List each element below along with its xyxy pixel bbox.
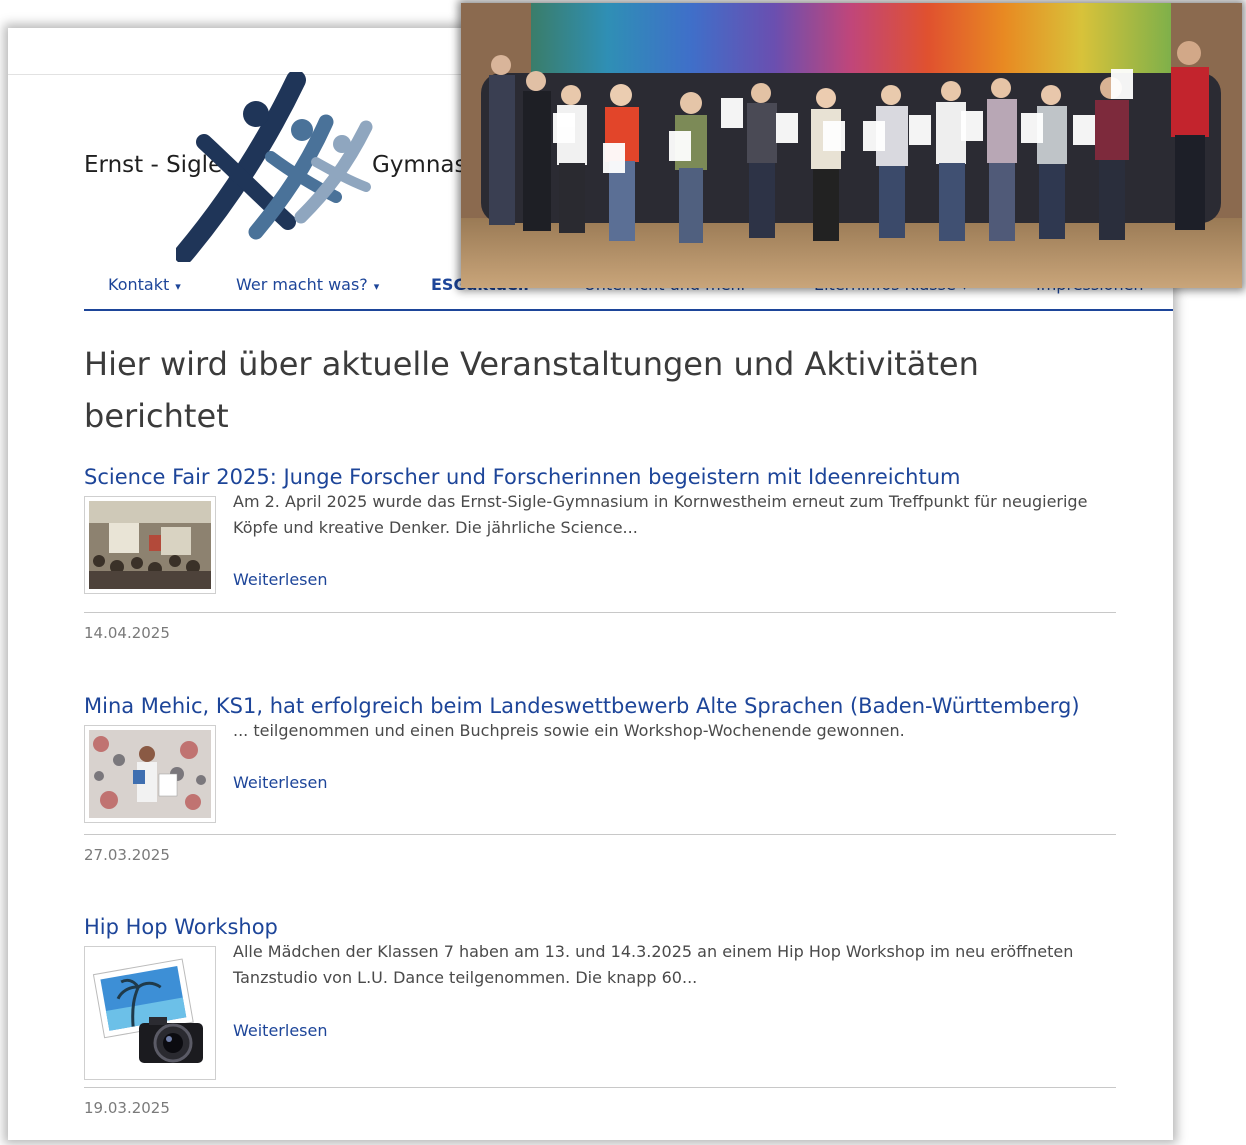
- article-date: 19.03.2025: [84, 1099, 170, 1117]
- article-divider: [84, 834, 1116, 835]
- news-article: Mina Mehic, KS1, hat erfolgreich beim La…: [84, 694, 1116, 864]
- news-article: Science Fair 2025: Junge Forscher und Fo…: [84, 465, 1116, 642]
- article-teaser: ... teilgenommen und einen Buchpreis sow…: [233, 721, 905, 740]
- nav-underline: [84, 309, 1173, 311]
- news-article: Hip Hop Workshop Alle Mädchen der Klasse…: [84, 915, 1116, 1117]
- read-more-link[interactable]: Weiterlesen: [233, 773, 327, 792]
- science-fair-photo-icon: [89, 501, 211, 589]
- article-date: 14.04.2025: [84, 624, 170, 642]
- school-logo-figures[interactable]: [176, 72, 376, 262]
- nav-item-kontakt[interactable]: Kontakt ▾: [108, 275, 181, 294]
- logo-text-right: Gymnas: [372, 152, 467, 178]
- student-award-photo-icon: [89, 730, 211, 818]
- article-teaser: Alle Mädchen der Klassen 7 haben am 13. …: [233, 942, 1074, 987]
- read-more-link[interactable]: Weiterlesen: [233, 570, 327, 589]
- chevron-down-icon: ▾: [175, 280, 181, 293]
- article-title-link[interactable]: Mina Mehic, KS1, hat erfolgreich beim La…: [84, 694, 1116, 718]
- read-more-link[interactable]: Weiterlesen: [233, 1021, 327, 1040]
- group-photo-image: [461, 3, 1242, 288]
- chevron-down-icon: ▾: [373, 280, 380, 293]
- article-title-link[interactable]: Science Fair 2025: Junge Forscher und Fo…: [84, 465, 1116, 489]
- article-teaser: Am 2. April 2025 wurde das Ernst-Sigle-G…: [233, 492, 1088, 537]
- article-thumbnail[interactable]: [84, 946, 216, 1080]
- article-title-link[interactable]: Hip Hop Workshop: [84, 915, 1116, 939]
- camera-photo-icon: [92, 958, 203, 1063]
- nav-item-wer-macht-was[interactable]: Wer macht was? ▾: [236, 275, 379, 294]
- article-thumbnail[interactable]: [84, 725, 216, 823]
- article-thumbnail[interactable]: [84, 496, 216, 594]
- page-heading: Hier wird über aktuelle Veranstaltungen …: [84, 345, 979, 435]
- nav-label-kontakt: Kontakt: [108, 275, 170, 294]
- article-divider: [84, 1087, 1116, 1088]
- article-date: 27.03.2025: [84, 846, 170, 864]
- group-photo-overlay: [461, 3, 1242, 288]
- nav-label-wer-macht-was: Wer macht was?: [236, 275, 368, 294]
- article-divider: [84, 612, 1116, 613]
